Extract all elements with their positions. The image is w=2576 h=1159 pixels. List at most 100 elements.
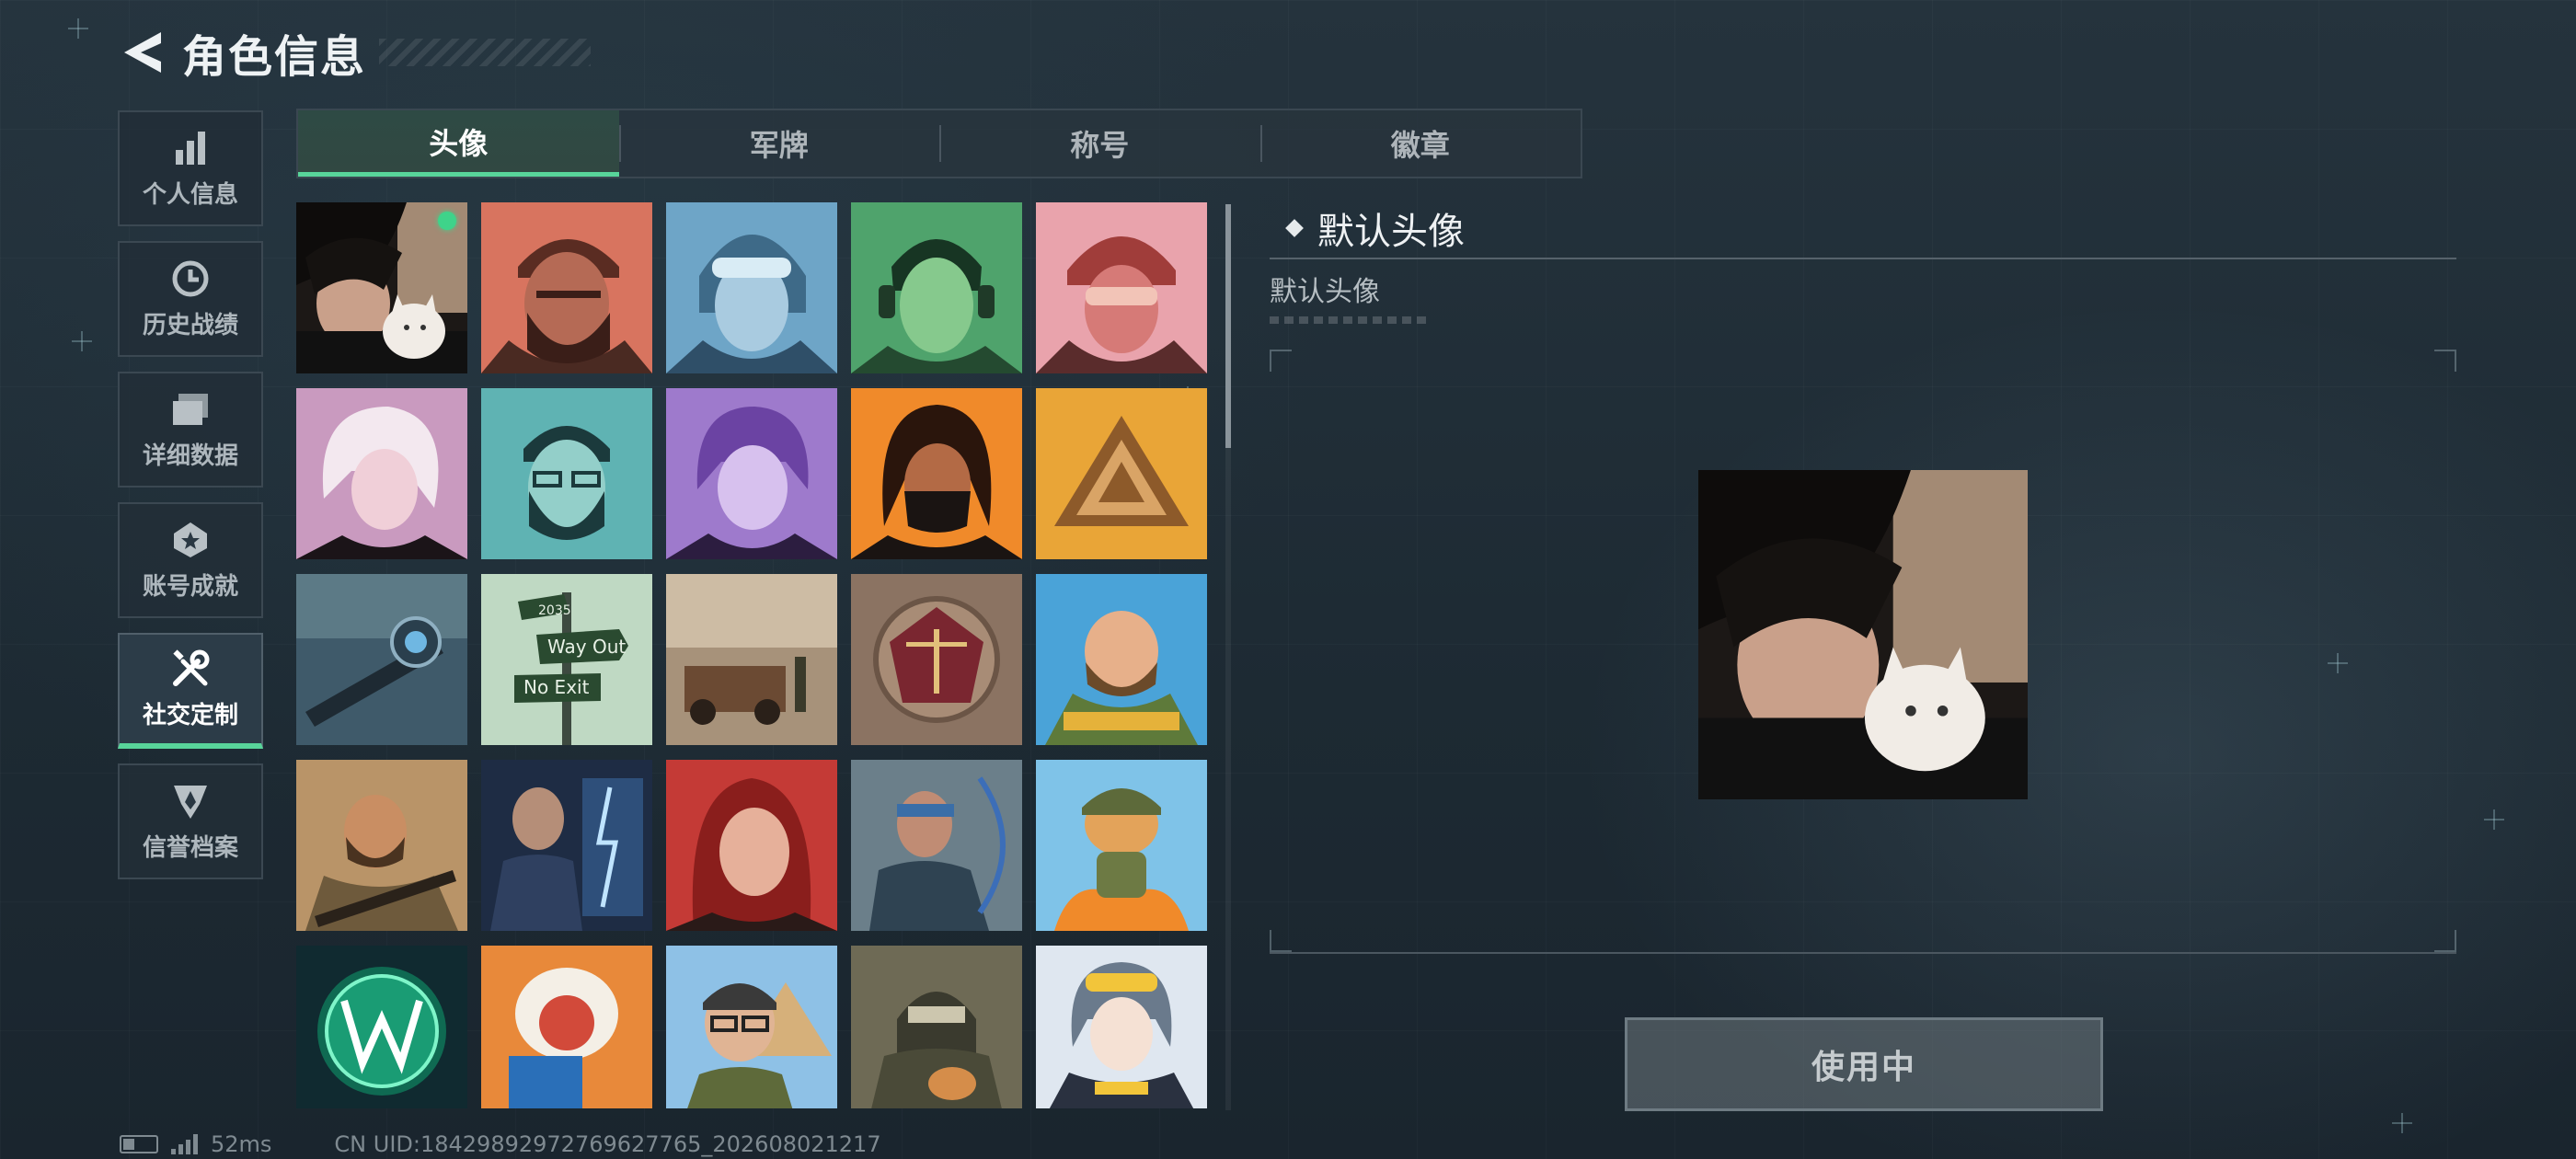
diamond-icon [1285,219,1304,237]
avatar-tile[interactable] [666,202,837,373]
avatar-masked-long-hair-image [851,388,1022,559]
avatar-tile[interactable] [296,388,467,559]
avatar-name: 默认头像 [1317,211,1465,253]
avatar-grid-container: 2035 Way Out No Exit [296,202,1216,1108]
in-use-button-label: 使用中 [1811,1049,1916,1086]
avatar-cat-photo-large-image [1698,470,2028,799]
frame-corner [1270,930,1292,952]
battery-icon [120,1135,158,1153]
avatar-headset-operator-green-image [851,202,1022,373]
sidebar-item-label: 个人信息 [142,180,238,209]
sidebar-item-label: 账号成就 [142,572,238,601]
avatar-desert-wreck-soldier-image [666,574,837,745]
frame-corner [2434,350,2456,372]
avatar-tile[interactable] [1036,202,1207,373]
sidebar-item-personal-info[interactable]: 个人信息 [118,110,263,226]
tab-badge[interactable]: 徽章 [1259,110,1581,177]
avatar-masked-soldier-cat-image [851,946,1022,1108]
avatar-tile[interactable] [1036,946,1207,1108]
sign-text: No Exit [523,676,590,698]
status-bar: 52ms CN UID:18429892972769627765_2026080… [120,1130,881,1159]
avatar-tile[interactable] [296,574,467,745]
avatar-golden-triangle-emblem-image [1036,388,1207,559]
signal-icon [171,1134,198,1154]
avatar-cartoon-bearded-cook-image [1036,574,1207,745]
tab-dog-tag[interactable]: 军牌 [618,110,940,177]
avatar-tile[interactable] [851,760,1022,931]
avatar-tile[interactable] [1036,388,1207,559]
avatar-tile[interactable] [296,946,467,1108]
frame-corner [1270,350,1292,372]
avatar-tile[interactable] [296,760,467,931]
avatar-tile[interactable]: 2035 Way Out No Exit [481,574,652,745]
avatar-glasses-pyramid-man-image [666,946,837,1108]
sidebar-item-label: 信誉档案 [142,833,238,862]
avatar-tile[interactable] [481,202,652,373]
back-button[interactable] [118,25,166,80]
avatar-neon-logo-image [296,946,467,1108]
avatar-preview-frame [1270,350,2456,954]
sidebar-item-match-history[interactable]: 历史战绩 [118,241,263,357]
in-use-button[interactable]: 使用中 [1625,1017,2103,1111]
avatar-sniper-scope-rifle-image [296,574,467,745]
decor-cross [68,18,88,39]
sidebar-item-reputation[interactable]: 信誉档案 [118,763,263,879]
avatar-way-out-sign-image: 2035 Way Out No Exit [481,574,652,745]
avatar-tile[interactable] [851,946,1022,1108]
sign-text: Way Out [547,636,626,658]
avatar-helmet-operator-pink-image [1036,202,1207,373]
avatar-tile[interactable] [851,202,1022,373]
avatar-suit-man-lightning-image [481,760,652,931]
history-clock-icon [170,258,211,299]
page-title: 角色信息 [182,31,367,83]
avatar-preview-image [1698,469,2028,800]
avatar-tile[interactable] [666,760,837,931]
frame-corner [2434,930,2456,952]
avatar-tile[interactable] [1036,574,1207,745]
sign-text: 2035 [538,603,571,618]
avatar-tile[interactable] [481,760,652,931]
avatar-detail-panel: 默认头像 默认头像 [1270,202,2456,957]
avatar-grid-scrollbar[interactable] [1225,204,1231,1110]
tab-title[interactable]: 称号 [939,110,1260,177]
page-header: 角色信息 [118,22,592,83]
medal-icon [170,520,211,560]
avatar-tile[interactable] [481,946,652,1108]
avatar-cartoon-dog-soldier-image [1036,760,1207,931]
sidebar-item-social-custom[interactable]: 社交定制 [118,633,263,749]
avatar-pilot-goggles-woman-image [666,202,837,373]
shield-emblem-icon [170,781,211,821]
avatar-description: 默认头像 [1270,276,1380,308]
scrollbar-thumb[interactable] [1225,204,1231,448]
avatar-glasses-bearded-teal-image [481,388,652,559]
sidebar-item-detailed-data[interactable]: 详细数据 [118,372,263,488]
title-decoration [379,39,592,66]
avatar-tile[interactable] [851,574,1022,745]
decor-cross [2392,1113,2412,1133]
avatar-anime-girl-goggles-image [1036,946,1207,1108]
avatar-tile[interactable] [666,946,837,1108]
back-arrow-icon [124,32,161,73]
avatar-tile[interactable] [1036,760,1207,931]
avatar-grid: 2035 Way Out No Exit [296,202,1216,1108]
decor-cross [72,331,92,351]
avatar-tile[interactable] [851,388,1022,559]
detail-header: 默认头像 [1270,202,2456,254]
sidebar-item-label: 详细数据 [142,442,238,470]
avatar-tile[interactable] [481,388,652,559]
avatar-archer-woman-image [851,760,1022,931]
decor-cross [2484,809,2504,830]
avatar-tile[interactable] [666,574,837,745]
avatar-monkey-book-image [481,946,652,1108]
sidebar: 个人信息 历史战绩 详细数据 账号成就 社交定制 信誉档案 [118,110,267,894]
description-decoration [1270,316,1432,324]
avatar-bearded-operator-cap-image [481,202,652,373]
folder-icon [170,389,211,430]
sidebar-item-label: 历史战绩 [142,311,238,339]
avatar-tile[interactable] [296,202,467,373]
avatar-white-hair-girl-image [296,388,467,559]
tab-avatar[interactable]: 头像 [298,110,619,177]
wrench-screwdriver-icon [170,648,211,689]
sidebar-item-achievements[interactable]: 账号成就 [118,502,263,618]
avatar-tile[interactable] [666,388,837,559]
